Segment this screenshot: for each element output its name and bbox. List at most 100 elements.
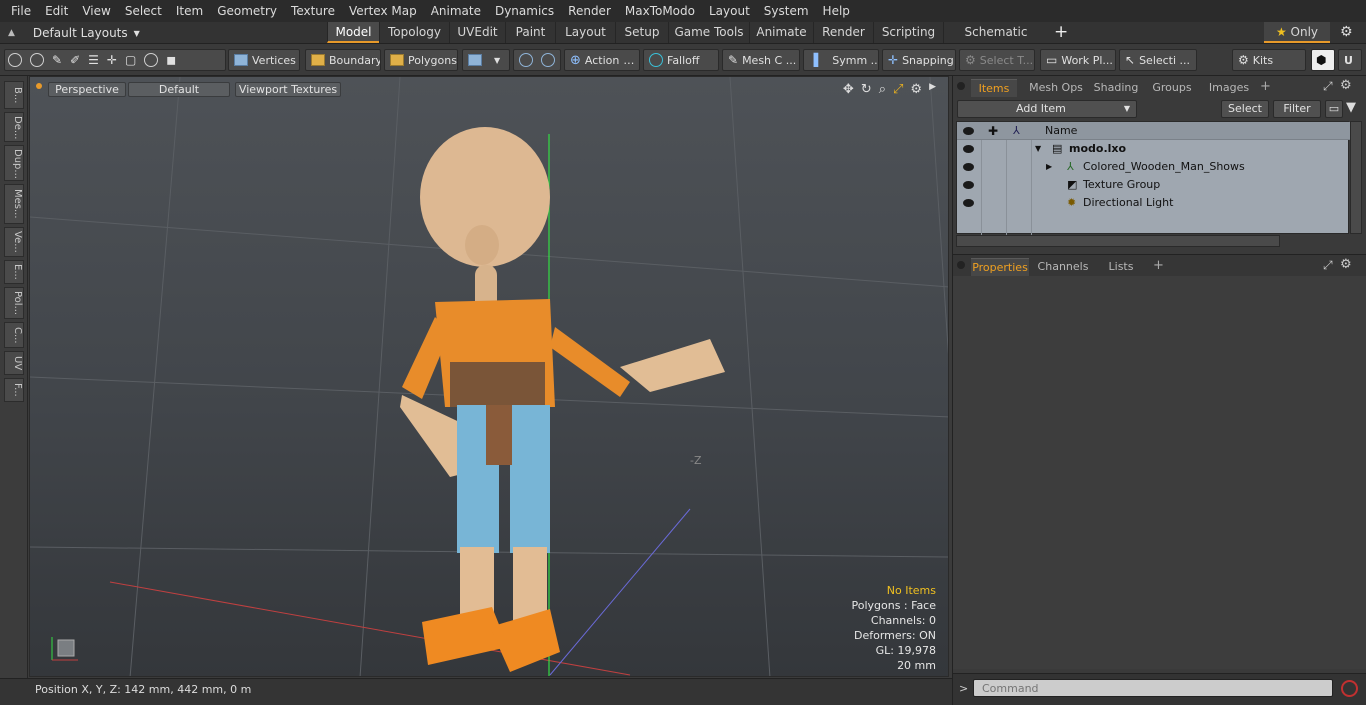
polygons-button[interactable]: Polygons xyxy=(384,49,458,71)
perspective-button[interactable]: Perspective xyxy=(48,82,126,97)
tab-game-tools[interactable]: Game Tools xyxy=(668,22,749,43)
tab-groups[interactable]: Groups xyxy=(1147,79,1197,97)
menu-file[interactable]: File xyxy=(4,0,38,22)
3d-viewport[interactable]: -Z Perspective Default Viewport Textures… xyxy=(29,76,949,677)
shading-default-button[interactable]: Default xyxy=(128,82,230,97)
select-through-button[interactable]: ⚙ Select T... xyxy=(959,49,1035,71)
viewport-arrow-icon[interactable]: ▶ xyxy=(929,82,936,97)
tree-row-scene[interactable]: ▼ ▤ modo.lxo xyxy=(957,140,1350,158)
add-tab-icon[interactable]: + xyxy=(1054,22,1068,43)
action-center-button[interactable]: ⊕ Action… xyxy=(564,49,640,71)
filter-button[interactable]: Filter xyxy=(1273,100,1321,118)
frame-icon[interactable]: ▢ xyxy=(125,53,136,67)
command-input[interactable] xyxy=(973,679,1333,697)
eye-icon[interactable] xyxy=(963,163,974,171)
collapse-toggle[interactable]: ▭ xyxy=(1325,100,1343,118)
horizontal-scrollbar[interactable] xyxy=(956,235,1280,247)
rotate-view-icon[interactable]: ↻ xyxy=(861,82,872,97)
kits-button[interactable]: ⚙ Kits xyxy=(1232,49,1306,71)
tab-layout[interactable]: Layout xyxy=(555,22,615,43)
fit-view-icon[interactable]: ⤢ xyxy=(893,82,903,97)
symmetry-button[interactable]: ▐ Symm ... xyxy=(803,49,879,71)
collapse-arrow-icon[interactable]: ▶ xyxy=(1046,158,1052,176)
vtab-deform[interactable]: De... xyxy=(4,112,24,142)
modo-logo-button[interactable]: ⬢ xyxy=(1311,49,1335,71)
viewport-settings-icon[interactable]: ⚙ xyxy=(910,82,922,97)
properties-gear-icon[interactable]: ⚙ xyxy=(1340,257,1352,272)
vtab-basic[interactable]: B... xyxy=(4,81,24,109)
menu-edit[interactable]: Edit xyxy=(38,0,75,22)
tab-shading[interactable]: Shading xyxy=(1091,79,1141,97)
default-layouts-dropdown[interactable]: ▲ Default Layouts ▼ xyxy=(4,22,140,44)
select-button[interactable]: Select xyxy=(1221,100,1269,118)
menu-view[interactable]: View xyxy=(75,0,117,22)
falloff-button[interactable]: Falloff xyxy=(643,49,719,71)
tree-row-mesh[interactable]: ▶ ⅄ Colored_Wooden_Man_Shows xyxy=(957,158,1350,176)
menu-select[interactable]: Select xyxy=(118,0,169,22)
record-icon[interactable] xyxy=(1341,680,1358,697)
tab-scripting[interactable]: Scripting xyxy=(873,22,943,43)
material-dropdown[interactable]: ▼ xyxy=(462,49,510,71)
vtab-uv[interactable]: UV xyxy=(4,351,24,375)
tab-schematic-fusion[interactable]: Schematic Fusion xyxy=(943,22,1048,60)
symmetry-tools[interactable] xyxy=(513,49,561,71)
circle-select-icon[interactable] xyxy=(8,53,22,67)
menu-texture[interactable]: Texture xyxy=(284,0,342,22)
tab-topology[interactable]: Topology xyxy=(379,22,449,43)
menu-system[interactable]: System xyxy=(757,0,816,22)
snapping-button[interactable]: ✛ Snapping xyxy=(882,49,956,71)
mesh-constraint-button[interactable]: ✎ Mesh C ... xyxy=(722,49,800,71)
funnel-icon[interactable]: ▼ xyxy=(1346,100,1356,115)
panel-menu-dot[interactable] xyxy=(957,82,965,90)
tab-images[interactable]: Images xyxy=(1203,79,1255,97)
only-toggle[interactable]: ★ Only xyxy=(1264,22,1330,43)
menu-item[interactable]: Item xyxy=(169,0,210,22)
add-panel-tab-icon[interactable]: + xyxy=(1260,79,1271,94)
eye-icon[interactable] xyxy=(963,181,974,189)
menu-vertex-map[interactable]: Vertex Map xyxy=(342,0,424,22)
tab-paint[interactable]: Paint xyxy=(505,22,555,43)
wooden-man-model[interactable] xyxy=(400,127,725,672)
tab-uvedit[interactable]: UVEdit xyxy=(449,22,505,43)
menu-geometry[interactable]: Geometry xyxy=(210,0,284,22)
add-item-dropdown[interactable]: Add Item ▼ xyxy=(957,100,1137,118)
work-plane-button[interactable]: ▭ Work Pl... xyxy=(1040,49,1116,71)
vertices-button[interactable]: Vertices xyxy=(228,49,300,71)
vtab-mesh-edit[interactable]: Mes... xyxy=(4,184,24,224)
vertical-scrollbar[interactable] xyxy=(1350,121,1362,234)
boundary-button[interactable]: Boundary xyxy=(305,49,381,71)
add-property-tab-icon[interactable]: + xyxy=(1153,258,1164,273)
tree-row-light[interactable]: ✹ Directional Light xyxy=(957,194,1350,212)
expand-arrow-icon[interactable]: ▼ xyxy=(1035,140,1041,158)
viewport-menu-dot[interactable] xyxy=(36,83,42,89)
vtab-polygon[interactable]: Pol... xyxy=(4,287,24,319)
expand-properties-icon[interactable]: ⤢ xyxy=(1323,258,1333,273)
tab-channels[interactable]: Channels xyxy=(1037,258,1089,276)
viewport-textures-button[interactable]: Viewport Textures xyxy=(235,82,341,97)
eye-icon[interactable] xyxy=(963,199,974,207)
tree-row-texture-group[interactable]: ◩ Texture Group xyxy=(957,176,1350,194)
tab-animate[interactable]: Animate xyxy=(749,22,813,43)
vtab-edge[interactable]: E... xyxy=(4,260,24,284)
eye-icon[interactable] xyxy=(963,145,974,153)
selection-sets-button[interactable]: ↖ Selecti ... xyxy=(1119,49,1197,71)
globe-icon[interactable] xyxy=(30,53,44,67)
brush-icon[interactable]: ✐ xyxy=(70,53,80,67)
tab-items[interactable]: Items xyxy=(971,79,1017,97)
tab-mesh-ops[interactable]: Mesh Ops xyxy=(1025,79,1087,97)
unreal-button[interactable]: U xyxy=(1338,49,1362,71)
gear-icon[interactable]: ⚙ xyxy=(1340,24,1353,40)
move-view-icon[interactable]: ✥ xyxy=(843,82,854,97)
align-icon[interactable]: ☰ xyxy=(88,53,99,67)
tab-model[interactable]: Model xyxy=(327,22,379,43)
menu-animate[interactable]: Animate xyxy=(424,0,488,22)
expand-panel-icon[interactable]: ⤢ xyxy=(1323,79,1333,94)
zoom-view-icon[interactable]: ⌕ xyxy=(879,82,886,97)
tab-lists[interactable]: Lists xyxy=(1099,258,1143,276)
menu-help[interactable]: Help xyxy=(816,0,857,22)
panel-gear-icon[interactable]: ⚙ xyxy=(1340,78,1352,93)
menu-render[interactable]: Render xyxy=(561,0,618,22)
vtab-fusion[interactable]: F... xyxy=(4,378,24,402)
tab-setup[interactable]: Setup xyxy=(615,22,668,43)
menu-dynamics[interactable]: Dynamics xyxy=(488,0,561,22)
